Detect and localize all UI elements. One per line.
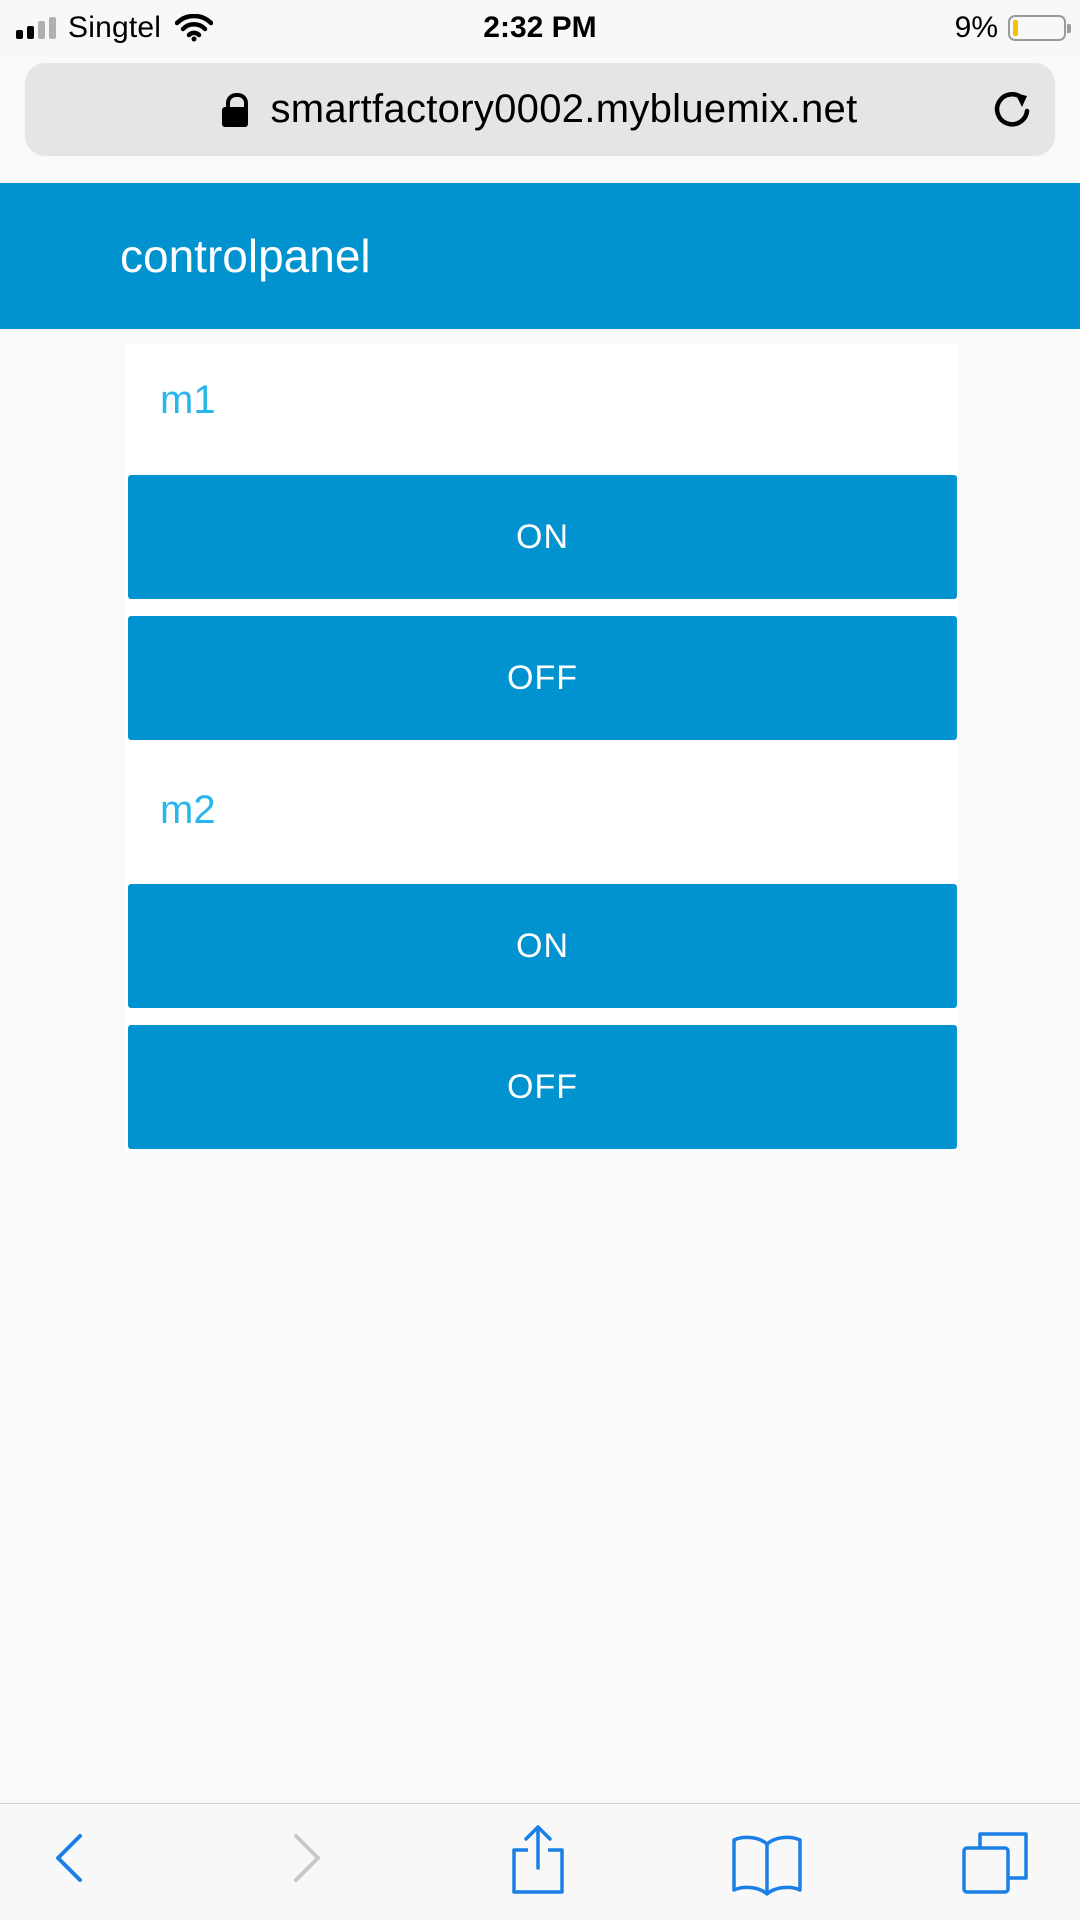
status-right: 9% xyxy=(954,8,1071,48)
m1-off-button[interactable]: OFF xyxy=(128,616,957,740)
url-text[interactable]: smartfactory0002.mybluemix.net xyxy=(270,87,857,132)
share-icon[interactable] xyxy=(510,1824,566,1896)
lock-icon xyxy=(222,92,249,127)
app-header: controlpanel xyxy=(0,183,1080,329)
bookmarks-icon[interactable] xyxy=(730,1832,804,1896)
browser-toolbar xyxy=(0,1803,1080,1920)
battery-percent: 9% xyxy=(954,11,998,44)
page-title: controlpanel xyxy=(120,230,371,282)
address-bar[interactable]: smartfactory0002.mybluemix.net xyxy=(25,63,1055,156)
group-label-m2: m2 xyxy=(160,788,216,832)
m2-on-button[interactable]: ON xyxy=(128,884,957,1008)
group-label-m1: m1 xyxy=(160,378,216,422)
battery-icon xyxy=(1008,15,1071,41)
back-icon[interactable] xyxy=(50,1828,86,1888)
tabs-icon[interactable] xyxy=(960,1830,1030,1896)
reload-icon[interactable] xyxy=(989,87,1035,133)
m1-on-button[interactable]: ON xyxy=(128,475,957,599)
battery-fill xyxy=(1013,20,1018,36)
address-content: smartfactory0002.mybluemix.net xyxy=(25,63,1055,156)
clock: 2:32 PM xyxy=(483,11,597,44)
forward-icon[interactable] xyxy=(290,1828,326,1888)
m2-off-button[interactable]: OFF xyxy=(128,1025,957,1149)
battery-nub xyxy=(1067,24,1071,33)
status-bar: Singtel 2:32 PM 9% xyxy=(0,0,1080,56)
control-panel: m1 ON OFF m2 ON OFF xyxy=(125,344,958,1152)
